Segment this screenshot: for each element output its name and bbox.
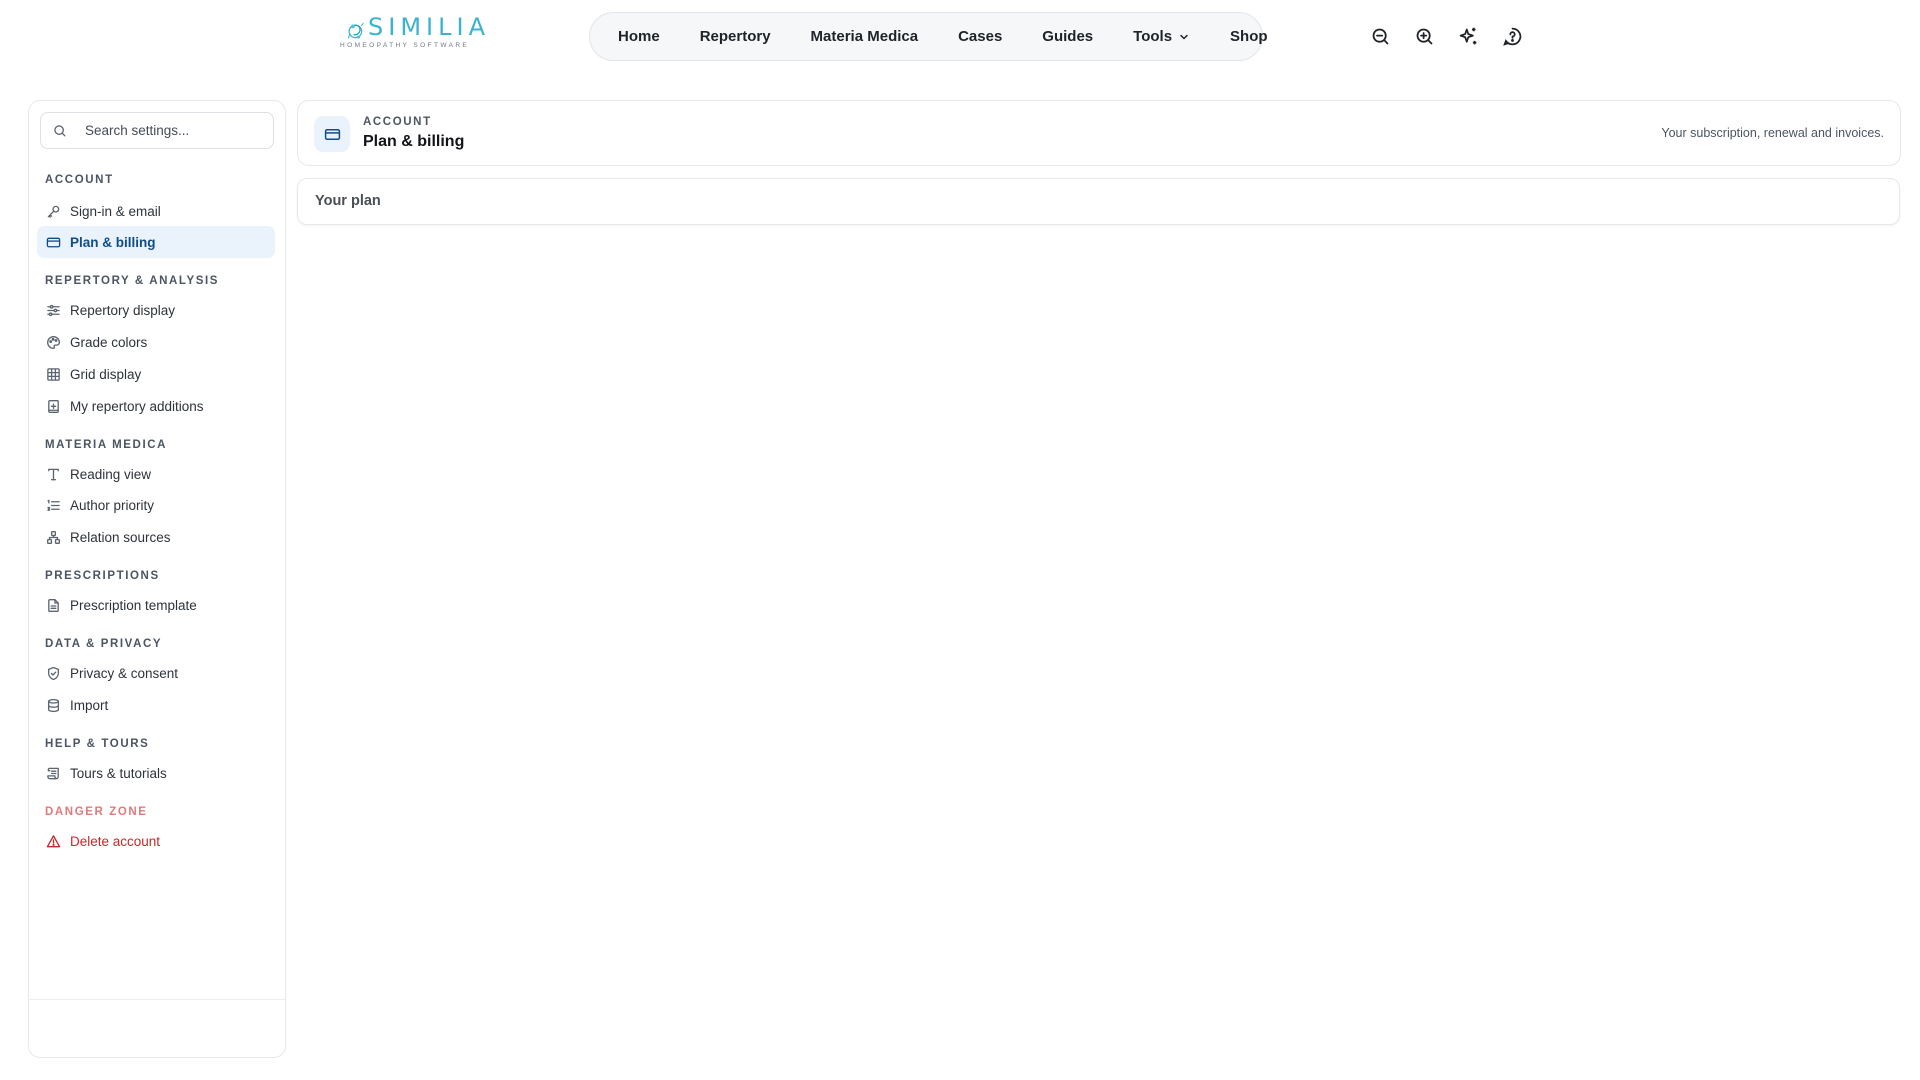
chevron-down-icon [1180,34,1188,39]
section-header: ACCOUNT Plan & billing Your subscription… [297,100,1901,166]
sidebar-item-label: Prescription template [70,597,197,613]
toolbar-icons [1368,24,1544,48]
database-icon [45,697,61,713]
sidebar-item-repertory-display[interactable]: Repertory display [37,294,275,326]
grid-icon [45,366,61,382]
ai-assistant-button[interactable] [1456,24,1480,48]
help-button[interactable] [1500,24,1524,48]
your-plan-card[interactable]: Your plan [297,178,1900,225]
sidebar-item-signin[interactable]: Sign-in & email [37,195,275,227]
scroll-icon [45,765,61,781]
zoom-in-icon [1416,28,1432,44]
sidebar-item-author-priority[interactable]: Author priority [37,489,275,521]
shield-check-icon [45,665,61,681]
search-input[interactable] [85,123,265,138]
page-title: Plan & billing [363,133,465,150]
sidebar-item-label: Sign-in & email [70,203,161,219]
sidebar-item-relation-sources[interactable]: Relation sources [37,521,275,553]
sidebar-item-label: Privacy & consent [70,665,179,681]
nav-materia-medica-label: Materia Medica [810,28,919,45]
brand-logo[interactable]: SIMILIA HOMEOPATHY SOFTWARE [340,13,490,58]
sidebar-item-label: Import [70,697,109,713]
settings-search[interactable] [40,112,274,149]
section-heading-danger-zone: DANGER ZONE [45,806,148,818]
section-heading-repertory: REPERTORY & ANALYSIS [45,275,220,287]
main-nav: Home Repertory Materia Medica Cases Guid… [589,12,1268,61]
sidebar-item-privacy-consent[interactable]: Privacy & consent [37,657,275,689]
sidebar-item-prescription-template[interactable]: Prescription template [37,589,275,621]
file-text-icon [45,597,61,613]
nav-home[interactable]: Home [598,12,680,61]
sidebar-item-tours-tutorials[interactable]: Tours & tutorials [37,757,275,789]
book-plus-icon [45,398,61,414]
sidebar-item-grade-colors[interactable]: Grade colors [37,326,275,358]
card-title: Your plan [315,193,381,209]
section-heading-prescriptions: PRESCRIPTIONS [45,570,160,582]
nav-guides-label: Guides [1042,28,1094,45]
sidebar-item-label: Grid display [70,366,142,382]
sidebar-item-label: Reading view [70,466,152,482]
sidebar-item-label: Repertory display [70,302,176,318]
page-description: Your subscription, renewal and invoices. [1661,126,1884,140]
nav-materia-medica[interactable]: Materia Medica [791,12,939,61]
nav-cases[interactable]: Cases [938,12,1022,61]
zoom-out-button[interactable] [1368,24,1392,48]
sidebar-item-plan-billing[interactable]: Plan & billing [37,226,275,258]
sidebar-item-label: Plan & billing [70,234,156,250]
sidebar-item-label: My repertory additions [70,398,204,414]
nav-tools-dropdown[interactable]: Tools [1113,12,1210,61]
sidebar-item-label: Tours & tutorials [70,765,167,781]
zoom-in-button[interactable] [1412,24,1436,48]
key-icon [45,203,61,219]
section-eyebrow: ACCOUNT [363,116,432,128]
sidebar-item-my-repertory-additions[interactable]: My repertory additions [37,390,275,422]
nav-shop-label: Shop [1230,28,1268,45]
nav-guides[interactable]: Guides [1022,12,1113,61]
sidebar-footer-divider [29,999,285,1000]
sparkles-icon [1459,27,1476,44]
section-heading-help-tours: HELP & TOURS [45,738,150,750]
search-icon [54,124,66,136]
nav-repertory[interactable]: Repertory [680,12,791,61]
zoom-out-icon [1372,28,1388,44]
nav-home-label: Home [618,28,660,45]
palette-icon [45,334,61,350]
sidebar-item-reading-view[interactable]: Reading view [37,458,275,490]
sliders-icon [45,302,61,318]
type-icon [45,466,61,482]
brand-name: SIMILIA [368,13,490,41]
sidebar-item-label: Grade colors [70,334,148,350]
sidebar-item-import[interactable]: Import [37,689,275,721]
sidebar-item-delete-account[interactable]: Delete account [37,825,275,857]
brand-tagline: HOMEOPATHY SOFTWARE [340,42,470,49]
sidebar-item-grid-display[interactable]: Grid display [37,358,275,390]
section-heading-materia-medica: MATERIA MEDICA [45,439,168,451]
nav-shop[interactable]: Shop [1210,12,1288,61]
section-heading-data-privacy: DATA & PRIVACY [45,638,163,650]
settings-sidebar: ACCOUNT Sign-in & email Plan & billing R… [28,100,286,1058]
list-ordered-icon [45,497,61,513]
credit-card-icon [45,234,61,250]
nav-tools-label: Tools [1133,28,1173,45]
help-icon [1502,27,1521,46]
nav-cases-label: Cases [958,28,1003,45]
section-heading-account: ACCOUNT [45,174,114,186]
nav-repertory-label: Repertory [699,28,771,45]
credit-card-icon [314,116,350,152]
network-icon [45,529,61,545]
warning-icon [45,833,61,849]
sidebar-item-label: Author priority [70,497,155,513]
sidebar-item-label: Relation sources [70,529,171,545]
sidebar-item-label: Delete account [70,833,161,849]
